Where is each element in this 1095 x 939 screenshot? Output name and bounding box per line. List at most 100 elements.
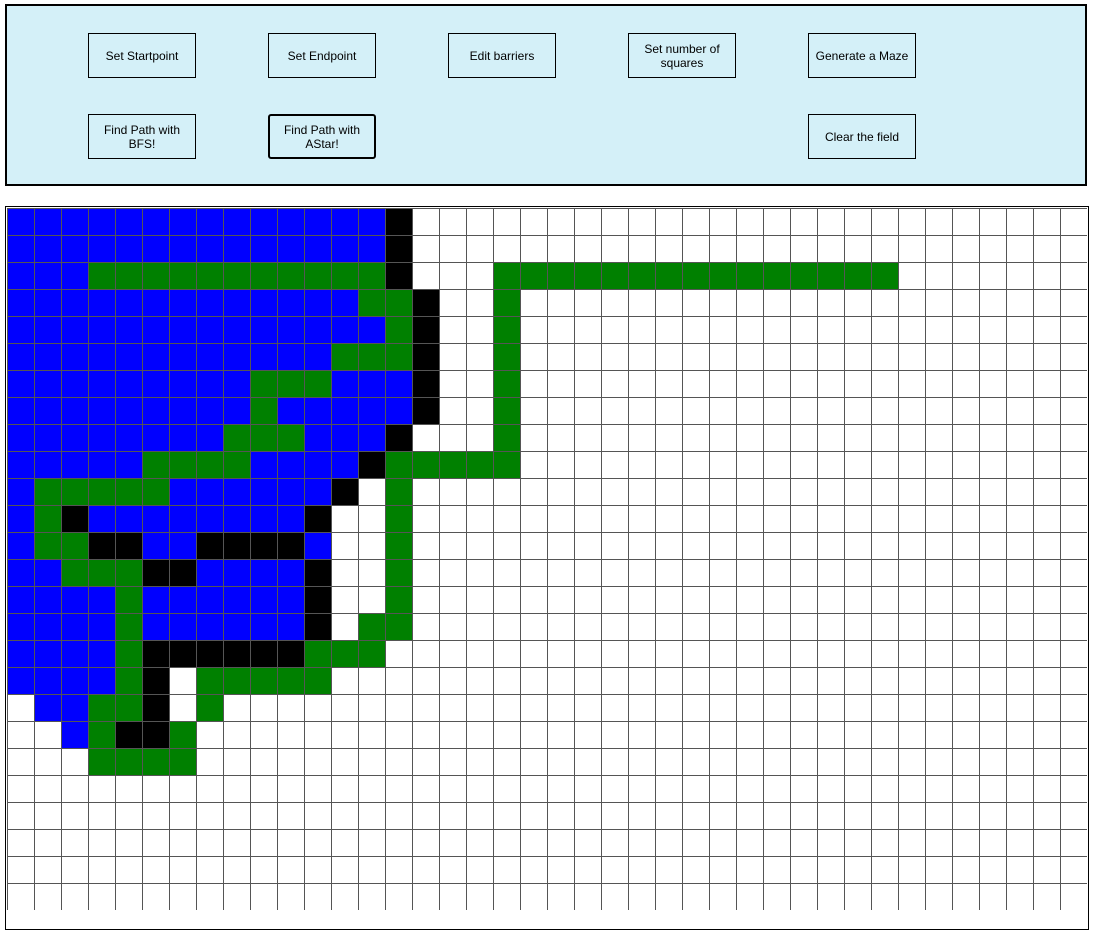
empty-cell[interactable] <box>736 424 764 452</box>
empty-cell[interactable] <box>250 775 278 803</box>
empty-cell[interactable] <box>817 667 845 695</box>
empty-cell[interactable] <box>898 370 926 398</box>
empty-cell[interactable] <box>871 424 899 452</box>
empty-cell[interactable] <box>574 613 602 641</box>
empty-cell[interactable] <box>1060 856 1088 884</box>
empty-cell[interactable] <box>466 424 494 452</box>
empty-cell[interactable] <box>385 883 413 911</box>
empty-cell[interactable] <box>574 451 602 479</box>
empty-cell[interactable] <box>628 775 656 803</box>
empty-cell[interactable] <box>628 748 656 776</box>
empty-cell[interactable] <box>358 748 386 776</box>
empty-cell[interactable] <box>790 586 818 614</box>
visited-cell[interactable] <box>223 289 251 317</box>
empty-cell[interactable] <box>763 775 791 803</box>
empty-cell[interactable] <box>925 559 953 587</box>
empty-cell[interactable] <box>925 451 953 479</box>
visited-cell[interactable] <box>277 505 305 533</box>
empty-cell[interactable] <box>7 721 35 749</box>
empty-cell[interactable] <box>601 613 629 641</box>
empty-cell[interactable] <box>358 856 386 884</box>
empty-cell[interactable] <box>979 856 1007 884</box>
barrier-cell[interactable] <box>196 640 224 668</box>
empty-cell[interactable] <box>142 829 170 857</box>
empty-cell[interactable] <box>115 802 143 830</box>
path-cell[interactable] <box>277 262 305 290</box>
barrier-cell[interactable] <box>88 532 116 560</box>
empty-cell[interactable] <box>655 343 683 371</box>
visited-cell[interactable] <box>304 316 332 344</box>
empty-cell[interactable] <box>628 883 656 911</box>
visited-cell[interactable] <box>34 208 62 236</box>
visited-cell[interactable] <box>7 235 35 263</box>
empty-cell[interactable] <box>439 208 467 236</box>
visited-cell[interactable] <box>169 208 197 236</box>
path-cell[interactable] <box>142 748 170 776</box>
empty-cell[interactable] <box>925 235 953 263</box>
empty-cell[interactable] <box>871 829 899 857</box>
empty-cell[interactable] <box>979 451 1007 479</box>
empty-cell[interactable] <box>844 316 872 344</box>
visited-cell[interactable] <box>223 208 251 236</box>
empty-cell[interactable] <box>655 667 683 695</box>
empty-cell[interactable] <box>979 397 1007 425</box>
empty-cell[interactable] <box>736 532 764 560</box>
empty-cell[interactable] <box>736 883 764 911</box>
empty-cell[interactable] <box>601 667 629 695</box>
empty-cell[interactable] <box>763 883 791 911</box>
empty-cell[interactable] <box>331 586 359 614</box>
visited-cell[interactable] <box>34 262 62 290</box>
empty-cell[interactable] <box>1006 640 1034 668</box>
visited-cell[interactable] <box>61 613 89 641</box>
empty-cell[interactable] <box>979 586 1007 614</box>
empty-cell[interactable] <box>1006 208 1034 236</box>
barrier-cell[interactable] <box>358 451 386 479</box>
visited-cell[interactable] <box>7 370 35 398</box>
empty-cell[interactable] <box>790 748 818 776</box>
barrier-cell[interactable] <box>142 694 170 722</box>
empty-cell[interactable] <box>952 451 980 479</box>
empty-cell[interactable] <box>790 424 818 452</box>
visited-cell[interactable] <box>7 613 35 641</box>
empty-cell[interactable] <box>115 829 143 857</box>
empty-cell[interactable] <box>979 343 1007 371</box>
path-cell[interactable] <box>304 370 332 398</box>
empty-cell[interactable] <box>682 883 710 911</box>
empty-cell[interactable] <box>790 775 818 803</box>
visited-cell[interactable] <box>7 343 35 371</box>
empty-cell[interactable] <box>952 370 980 398</box>
empty-cell[interactable] <box>520 559 548 587</box>
empty-cell[interactable] <box>979 667 1007 695</box>
path-cell[interactable] <box>115 748 143 776</box>
empty-cell[interactable] <box>790 289 818 317</box>
barrier-cell[interactable] <box>412 343 440 371</box>
empty-cell[interactable] <box>952 856 980 884</box>
empty-cell[interactable] <box>1060 289 1088 317</box>
empty-cell[interactable] <box>61 829 89 857</box>
empty-cell[interactable] <box>736 208 764 236</box>
empty-cell[interactable] <box>1006 613 1034 641</box>
empty-cell[interactable] <box>844 370 872 398</box>
empty-cell[interactable] <box>601 694 629 722</box>
empty-cell[interactable] <box>601 721 629 749</box>
path-cell[interactable] <box>277 370 305 398</box>
set-endpoint-button[interactable]: Set Endpoint <box>268 33 376 78</box>
empty-cell[interactable] <box>574 829 602 857</box>
empty-cell[interactable] <box>466 640 494 668</box>
empty-cell[interactable] <box>898 397 926 425</box>
empty-cell[interactable] <box>574 856 602 884</box>
path-cell[interactable] <box>169 262 197 290</box>
visited-cell[interactable] <box>88 640 116 668</box>
empty-cell[interactable] <box>682 802 710 830</box>
path-cell[interactable] <box>385 343 413 371</box>
empty-cell[interactable] <box>817 397 845 425</box>
path-cell[interactable] <box>223 424 251 452</box>
barrier-cell[interactable] <box>142 721 170 749</box>
empty-cell[interactable] <box>817 721 845 749</box>
empty-cell[interactable] <box>601 559 629 587</box>
visited-cell[interactable] <box>142 424 170 452</box>
barrier-cell[interactable] <box>169 640 197 668</box>
visited-cell[interactable] <box>34 613 62 641</box>
visited-cell[interactable] <box>61 424 89 452</box>
empty-cell[interactable] <box>466 559 494 587</box>
